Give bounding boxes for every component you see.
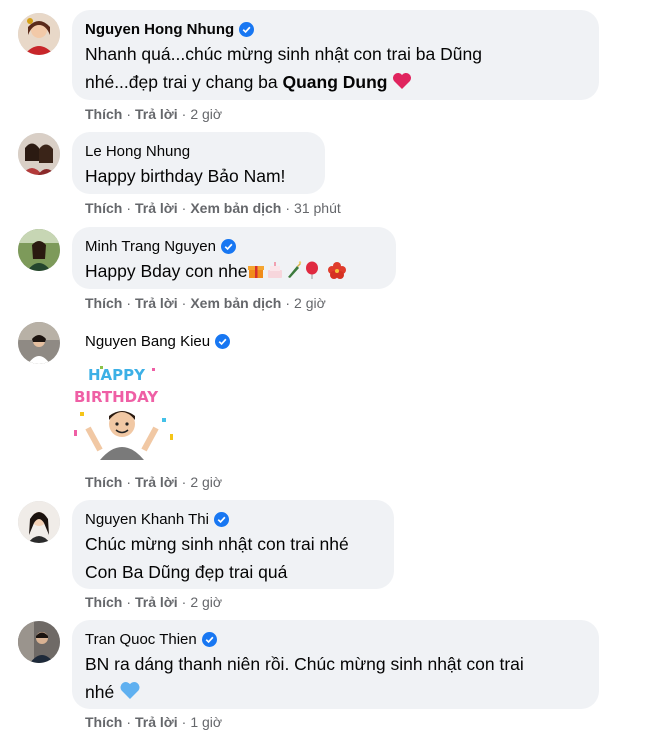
avatar[interactable]: [18, 229, 60, 271]
blue-heart-icon: [119, 680, 141, 708]
reply-link[interactable]: Trả lời: [135, 200, 178, 216]
like-link[interactable]: Thích: [85, 295, 122, 311]
commenter-name[interactable]: Le Hong Nhung: [85, 143, 190, 160]
separator: ·: [126, 474, 132, 490]
like-link[interactable]: Thích: [85, 474, 122, 490]
separator: ·: [126, 714, 132, 730]
separator: ·: [126, 295, 132, 311]
balloon-icon: [303, 259, 321, 287]
comment-actions: Thích · Trả lời · 2 giờ: [85, 474, 222, 490]
reply-link[interactable]: Trả lời: [135, 474, 178, 490]
comment-text-part: nhé: [85, 682, 115, 702]
sticker-text-happy: HAPPY: [88, 366, 146, 384]
comment-bubble: Nguyen Khanh Thi Chúc mừng sinh nhật con…: [72, 500, 394, 589]
separator: ·: [181, 200, 187, 216]
separator: ·: [126, 200, 132, 216]
avatar[interactable]: [18, 621, 60, 663]
comment-actions: Thích · Trả lời · Xem bản dịch · 2 giờ: [85, 295, 326, 311]
comment-text: Chúc mừng sinh nhật con trai nhé: [85, 534, 349, 554]
verified-badge-icon: [239, 21, 255, 37]
comment-text-line2: nhé: [85, 678, 585, 708]
champagne-icon: [285, 259, 303, 287]
commenter-name[interactable]: Nguyen Bang Kieu: [85, 333, 210, 350]
comment-text: Nhanh quá...chúc mừng sinh nhật con trai…: [85, 44, 482, 64]
timestamp[interactable]: 2 giờ: [190, 106, 222, 122]
like-link[interactable]: Thích: [85, 200, 122, 216]
translate-link[interactable]: Xem bản dịch: [190, 295, 281, 311]
timestamp[interactable]: 2 giờ: [294, 295, 326, 311]
comment-actions: Thích · Trả lời · 1 giờ: [85, 714, 222, 730]
verified-badge-icon: [220, 238, 236, 254]
verified-badge-icon: [215, 333, 231, 349]
sticker-text-birthday: BIRTHDAY: [74, 388, 159, 406]
separator: ·: [181, 714, 187, 730]
avatar[interactable]: [18, 501, 60, 543]
mention-link[interactable]: Quang Dung: [283, 72, 388, 92]
separator: ·: [126, 106, 132, 122]
timestamp[interactable]: 1 giờ: [190, 714, 222, 730]
comment-bubble: Nguyen Hong Nhung Nhanh quá...chúc mừng …: [72, 10, 599, 100]
separator: ·: [285, 295, 291, 311]
separator: ·: [181, 594, 187, 610]
timestamp[interactable]: 31 phút: [294, 200, 341, 216]
reply-link[interactable]: Trả lời: [135, 106, 178, 122]
timestamp[interactable]: 2 giờ: [190, 474, 222, 490]
comment-text-line: Happy Bday con nhe: [85, 257, 382, 287]
gift-icon: [247, 259, 265, 287]
like-link[interactable]: Thích: [85, 714, 122, 730]
comment-actions: Thích · Trả lời · Xem bản dịch · 31 phút: [85, 200, 341, 216]
verified-badge-icon: [201, 631, 217, 647]
like-link[interactable]: Thích: [85, 594, 122, 610]
red-heart-icon: [392, 70, 412, 98]
comment-bubble: Tran Quoc Thien BN ra dáng thanh niên rồ…: [72, 620, 599, 709]
commenter-name-row: Nguyen Bang Kieu: [85, 330, 231, 352]
commenter-name[interactable]: Nguyen Khanh Thi: [85, 511, 209, 528]
commenter-name[interactable]: Nguyen Hong Nhung: [85, 21, 234, 38]
separator: ·: [181, 474, 187, 490]
avatar[interactable]: [18, 13, 60, 55]
comment-text: Happy birthday Bảo Nam!: [85, 166, 286, 186]
separator: ·: [181, 295, 187, 311]
separator: ·: [181, 106, 187, 122]
commenter-name[interactable]: Tran Quoc Thien: [85, 631, 197, 648]
separator: ·: [126, 594, 132, 610]
comment-actions: Thích · Trả lời · 2 giờ: [85, 594, 222, 610]
hibiscus-icon: [327, 259, 347, 287]
comment-text-line2: nhé...đẹp trai y chang ba Quang Dung: [85, 68, 585, 98]
verified-badge-icon: [213, 511, 229, 527]
avatar[interactable]: [18, 322, 60, 364]
reply-link[interactable]: Trả lời: [135, 714, 178, 730]
comment-text: Happy Bday con nhe: [85, 261, 248, 281]
birthday-sticker[interactable]: HAPPY BIRTHDAY: [70, 360, 180, 460]
reply-link[interactable]: Trả lời: [135, 295, 178, 311]
comment-text: BN ra dáng thanh niên rồi. Chúc mừng sin…: [85, 654, 524, 674]
reply-link[interactable]: Trả lời: [135, 594, 178, 610]
timestamp[interactable]: 2 giờ: [190, 594, 222, 610]
separator: ·: [285, 200, 291, 216]
comment-actions: Thích · Trả lời · 2 giờ: [85, 106, 222, 122]
like-link[interactable]: Thích: [85, 106, 122, 122]
comment-text-line2: Con Ba Dũng đẹp trai quá: [85, 562, 288, 582]
birthday-cake-icon: [265, 259, 285, 287]
commenter-name[interactable]: Minh Trang Nguyen: [85, 238, 216, 255]
comment-bubble: Minh Trang Nguyen Happy Bday con nhe: [72, 227, 396, 289]
translate-link[interactable]: Xem bản dịch: [190, 200, 281, 216]
comment-bubble: Le Hong Nhung Happy birthday Bảo Nam!: [72, 132, 325, 194]
avatar[interactable]: [18, 133, 60, 175]
